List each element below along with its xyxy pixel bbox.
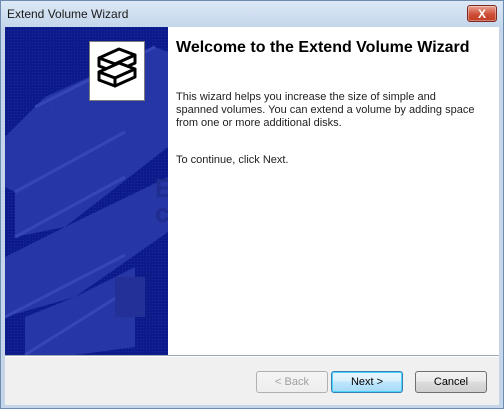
- stacked-disks-icon: [89, 41, 145, 101]
- wizard-heading: Welcome to the Extend Volume Wizard: [176, 39, 470, 56]
- wizard-side-panel: E c: [5, 27, 168, 355]
- continue-instruction: To continue, click Next.: [176, 154, 289, 166]
- extend-volume-wizard-window: Extend Volume Wizard X E c Welcome to th…: [0, 0, 504, 409]
- cancel-button[interactable]: Cancel: [415, 371, 487, 393]
- back-button[interactable]: < Back: [256, 371, 328, 393]
- wizard-footer: < Back Next > Cancel: [5, 357, 499, 405]
- next-button[interactable]: Next >: [331, 371, 403, 393]
- svg-text:c: c: [155, 198, 168, 228]
- close-icon: X: [477, 6, 486, 21]
- title-bar[interactable]: Extend Volume Wizard X: [1, 1, 503, 27]
- window-title: Extend Volume Wizard: [7, 7, 129, 21]
- close-button[interactable]: X: [467, 5, 497, 22]
- wizard-description: This wizard helps you increase the size …: [176, 91, 475, 129]
- disk-stack-graphic: [97, 47, 137, 88]
- wizard-body: E c Welcome to the Extend Volume Wizard …: [5, 27, 499, 355]
